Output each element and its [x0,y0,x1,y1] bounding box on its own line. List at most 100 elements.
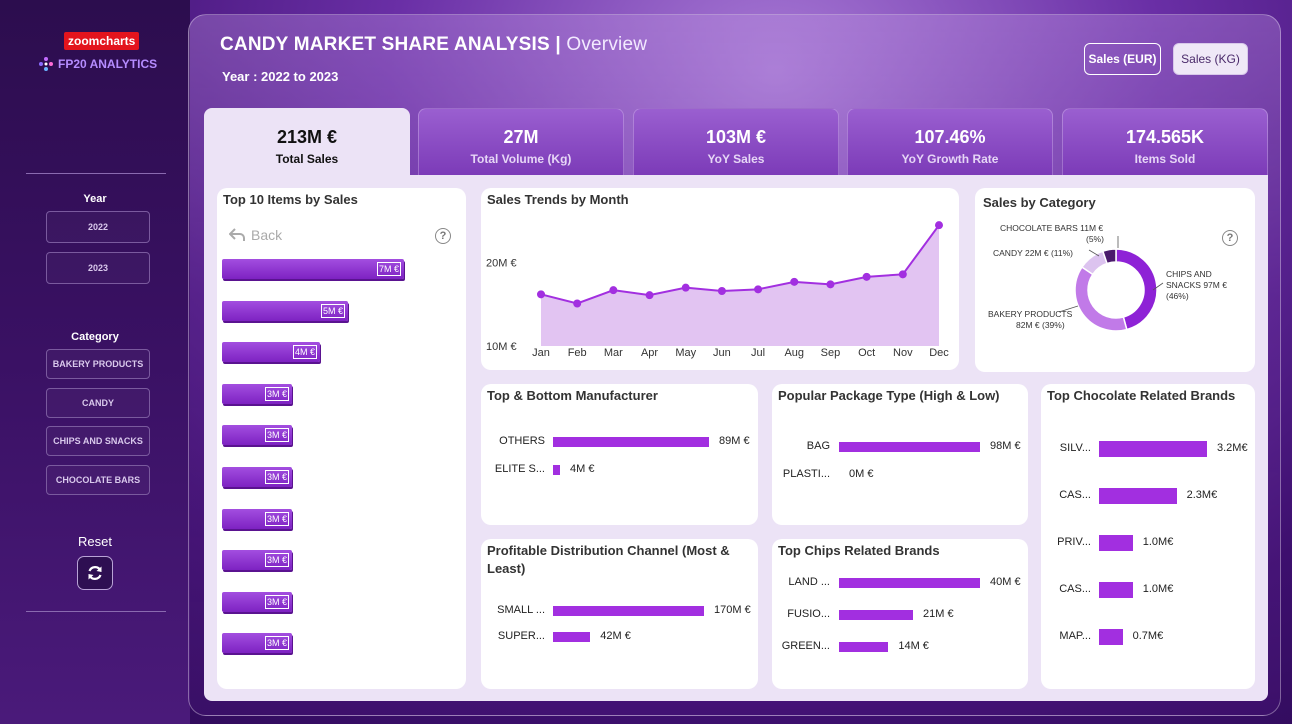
year-2022-button[interactable]: 2022 [46,211,150,243]
top10-bar[interactable]: 3M € [222,591,292,612]
back-button[interactable]: Back [229,227,282,243]
category-candy-button[interactable]: CANDY [46,388,150,418]
top10-bar[interactable]: 4M € [222,342,320,363]
bar-value: 1.0M€ [1142,583,1174,595]
bar[interactable] [1099,441,1207,457]
card-title: Popular Package Type (High & Low) [778,388,1000,403]
bar-label: PRIV... [1057,536,1091,548]
kpi-total-volume[interactable]: 27M Total Volume (Kg) [418,108,624,176]
bar[interactable] [839,442,980,452]
top10-bar[interactable]: 3M € [222,425,292,446]
zoomcharts-logo: zoomcharts [64,32,140,50]
bar[interactable] [553,632,591,642]
bar-label: SILV... [1059,442,1091,454]
x-tick-label: May [675,347,696,359]
category-chocolate-button[interactable]: CHOCOLATE BARS [46,465,150,495]
package-card: Popular Package Type (High & Low) BAG 98M… [772,384,1028,525]
trend-point[interactable] [754,285,763,294]
donut-label-bakery2: 82M € (39%) [1016,320,1065,330]
bar[interactable] [1099,535,1133,551]
top10-bar[interactable]: 3M € [222,550,292,571]
trend-point[interactable] [935,221,943,230]
top10-bar[interactable]: 3M € [222,467,292,487]
donut-slice[interactable] [1074,266,1128,332]
trend-point[interactable] [609,286,618,295]
kpi-label: Total Volume (Kg) [470,152,572,166]
top10-bar[interactable]: 3M € [222,508,292,529]
bar-label: BAG [806,440,830,452]
top10-bar[interactable]: 7M € [222,259,404,279]
kpi-yoy-growth[interactable]: 107.46% YoY Growth Rate [847,108,1053,176]
help-icon[interactable]: ? [435,228,451,244]
trend-point[interactable] [862,272,871,281]
year-2023-button[interactable]: 2023 [46,252,150,284]
kpi-yoy-sales[interactable]: 103M € YoY Sales [633,108,839,176]
bar-value: 0M € [849,468,874,480]
bar-value: 89M € [719,435,750,447]
molecule-icon [39,57,53,71]
donut-label-chips2: SNACKS 97M € [1166,280,1227,290]
bar[interactable] [1099,582,1133,598]
bar-value: 3.2M€ [1217,442,1248,454]
bar[interactable] [553,606,704,616]
top10-bar[interactable]: 3M € [222,383,292,404]
x-tick-label: Oct [858,347,875,359]
bar-value: 170M € [714,604,751,616]
bar-value: 14M € [898,640,929,652]
donut-label-chocolate-pct: (5%) [1086,234,1104,244]
bar[interactable] [553,465,560,475]
bar-label: CAS... [1059,489,1091,501]
sales-kg-button[interactable]: Sales (KG) [1173,43,1248,75]
bar-value: 98M € [990,440,1021,452]
top10-bar-label: 5M € [320,303,345,318]
fp20-logo: FP20 ANALYTICS [38,56,157,72]
bar[interactable] [1099,629,1123,645]
x-tick-label: Aug [784,347,804,359]
bar-value: 4M € [570,463,595,475]
trend-point[interactable] [537,290,545,299]
category-bakery-button[interactable]: BAKERY PRODUCTS [46,349,150,379]
x-tick-label: Mar [604,347,623,359]
year-filter-title: Year [83,193,107,205]
divider [26,611,166,612]
title-subtitle: Overview [566,34,648,55]
donut-label-bakery: BAKERY PRODUCTS [988,309,1073,319]
top10-bar[interactable]: 3M € [222,633,292,654]
chips-brands-card: Top Chips Related Brands LAND ... 40M € FU… [772,539,1028,689]
kpi-total-sales[interactable]: 213M € Total Sales [204,108,410,176]
trend-point[interactable] [898,270,907,279]
trend-point[interactable] [645,291,654,300]
x-tick-label: Feb [568,347,587,359]
bar[interactable] [839,610,914,620]
kpi-items-sold[interactable]: 174.565K Items Sold [1062,108,1268,176]
bar-label: OTHERS [499,435,545,447]
refresh-icon [88,566,102,580]
y-tick-label: 10M € [486,341,517,353]
trend-point[interactable] [681,283,690,292]
top10-bar-label: 3M € [264,428,289,443]
trend-point[interactable] [790,277,799,286]
kpi-value: 27M [503,127,539,147]
bar[interactable] [839,578,980,588]
card-title: Profitable Distribution Channel (Most & [487,543,730,558]
choco-brands-card: Top Chocolate Related Brands SILV... 3.2M… [1041,384,1255,689]
top10-bar[interactable]: 5M € [222,300,348,321]
reset-button[interactable] [77,556,113,590]
bar[interactable] [839,642,889,652]
card-title: Top Chocolate Related Brands [1047,388,1236,403]
sales-eur-button[interactable]: Sales (EUR) [1084,43,1161,75]
bar-label: SUPER... [497,630,545,642]
divider [26,173,166,174]
x-tick-label: Nov [893,347,913,359]
trend-point[interactable] [717,287,726,295]
bar[interactable] [1099,488,1177,504]
bar[interactable] [553,437,709,447]
channel-card: Profitable Distribution Channel (Most & … [481,539,758,689]
x-tick-label: Jun [713,347,731,359]
kpi-value: 107.46% [914,127,986,147]
kpi-value: 174.565K [1125,127,1205,147]
x-tick-label: Apr [641,347,658,359]
category-chips-button[interactable]: CHIPS AND SNACKS [46,426,150,456]
trend-point[interactable] [573,299,582,308]
trend-point[interactable] [826,280,835,289]
